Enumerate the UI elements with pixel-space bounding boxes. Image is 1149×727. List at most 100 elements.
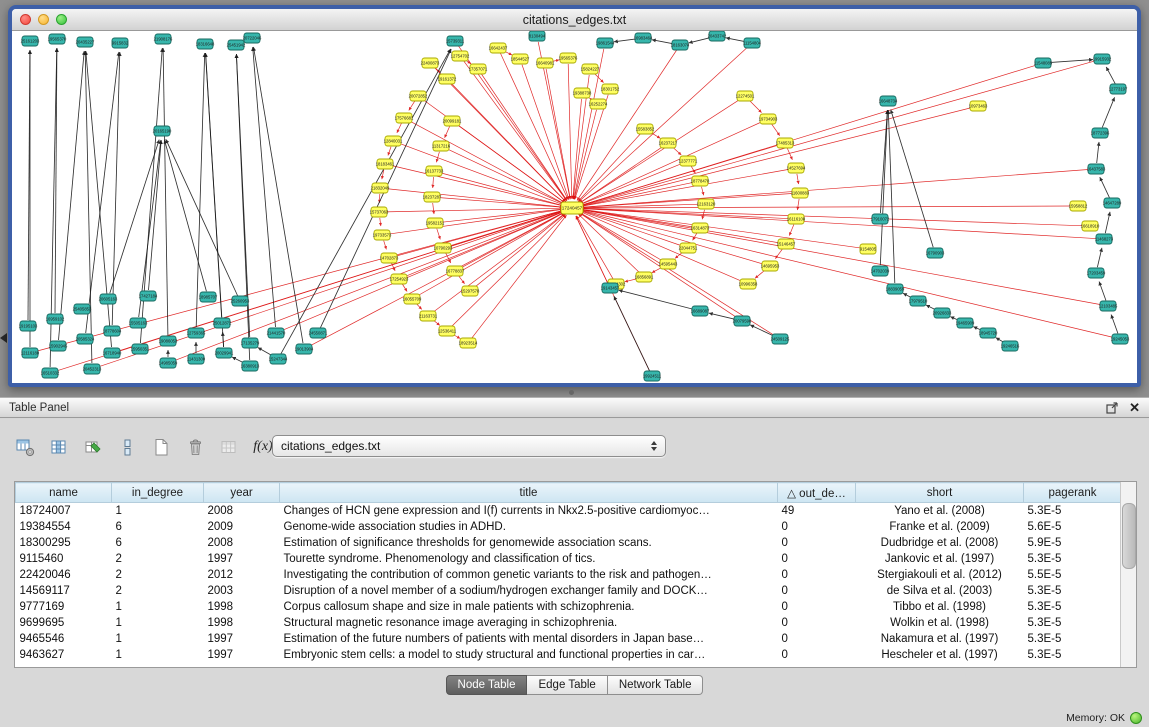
graph-node[interactable]: 19465909 <box>956 318 975 328</box>
table-row[interactable]: 1938455462009Genome-wide association stu… <box>16 519 1122 535</box>
graph-node[interactable]: 19565376 <box>559 53 578 63</box>
table-cell[interactable]: 0 <box>778 583 856 599</box>
graph-node[interactable]: 17910072 <box>871 214 890 224</box>
graph-node[interactable]: 18316648 <box>196 39 215 49</box>
graph-node[interactable]: 12116180 <box>21 348 40 358</box>
table-cell[interactable]: 2 <box>112 583 204 599</box>
table-row[interactable]: 2242004622012Investigating the contribut… <box>16 567 1122 583</box>
graph-node[interactable]: 18985707 <box>199 292 218 302</box>
table-cell[interactable]: 9115460 <box>16 551 112 567</box>
graph-node[interactable]: 15950351 <box>131 344 150 354</box>
table-cell[interactable]: Nakamura et al. (1997) <box>856 631 1024 647</box>
table-cell[interactable]: 1997 <box>204 631 280 647</box>
graph-node[interactable]: 17979510 <box>909 296 928 306</box>
table-cell[interactable]: 0 <box>778 615 856 631</box>
graph-node[interactable]: 20926833 <box>933 308 952 318</box>
table-cell[interactable]: 1997 <box>204 647 280 663</box>
close-window-button[interactable] <box>20 14 31 25</box>
graph-node[interactable]: 18923514 <box>459 338 478 348</box>
table-cell[interactable]: 2 <box>112 551 204 567</box>
table-cell[interactable]: 19384554 <box>16 519 112 535</box>
table-row[interactable]: 977716911998Corpus callosum shape and si… <box>16 599 1122 615</box>
table-cell[interactable]: 0 <box>778 519 856 535</box>
table-cell[interactable]: 2008 <box>204 535 280 551</box>
graph-node[interactable]: 12840031 <box>384 136 403 146</box>
graph-node[interactable]: 17203459 <box>1087 268 1106 278</box>
graph-node[interactable]: 11317216 <box>432 141 451 151</box>
graph-node[interactable]: 11468273 <box>1095 234 1114 244</box>
graph-node[interactable]: 12754702 <box>451 51 470 61</box>
graph-node[interactable]: 20605163 <box>99 294 118 304</box>
graph-node[interactable]: 10996358 <box>739 279 758 289</box>
graph-node[interactable]: 14702039 <box>871 266 890 276</box>
table-cell[interactable]: 5.3E-5 <box>1024 503 1122 520</box>
graph-node[interactable]: 16689087 <box>691 306 710 316</box>
graph-node[interactable]: 16640981 <box>536 58 555 68</box>
graph-node[interactable]: 17254923 <box>390 274 409 284</box>
float-panel-icon[interactable] <box>1106 402 1119 414</box>
graph-node[interactable]: 15583852 <box>636 124 655 134</box>
row-tools-button[interactable] <box>114 434 140 460</box>
graph-node[interactable]: 17240457 <box>561 202 583 214</box>
graph-node[interactable]: 19565370 <box>48 34 67 44</box>
table-cell[interactable]: Changes of HCN gene expression and I(f) … <box>280 503 778 520</box>
graph-node[interactable]: 10790293 <box>434 243 453 253</box>
graph-node[interactable]: 20029941 <box>215 348 234 358</box>
table-cell[interactable]: Yano et al. (2008) <box>856 503 1024 520</box>
graph-node[interactable]: 20435227 <box>76 37 95 47</box>
graph-node[interactable]: 16116108 <box>787 214 806 224</box>
table-cell[interactable]: Dudbridge et al. (2008) <box>856 535 1024 551</box>
graph-node[interactable]: 15297578 <box>461 286 480 296</box>
table-cell[interactable]: 0 <box>778 599 856 615</box>
graph-node[interactable]: 25012872 <box>213 318 232 328</box>
table-row[interactable]: 911546021997Tourette syndrome. Phenomeno… <box>16 551 1122 567</box>
graph-node[interactable]: 17427184 <box>139 291 158 301</box>
table-cell[interactable]: 5.3E-5 <box>1024 647 1122 663</box>
graph-node[interactable]: 14595443 <box>659 259 678 269</box>
graph-node[interactable]: 16380913 <box>241 361 260 371</box>
graph-node[interactable]: 16790903 <box>926 248 945 258</box>
table-cell[interactable]: 1997 <box>204 551 280 567</box>
graph-node[interactable]: 14702873 <box>380 253 399 263</box>
graph-node[interactable]: 20452313 <box>83 364 102 374</box>
graph-node[interactable]: 9154805 <box>860 244 877 254</box>
graph-node[interactable]: 15958812 <box>1069 201 1088 211</box>
graph-node[interactable]: 20585324 <box>76 334 95 344</box>
graph-node[interactable]: 19013904 <box>295 344 314 354</box>
graph-node[interactable]: 20079596 <box>733 316 752 326</box>
table-row[interactable]: 1872400712008Changes of HCN gene express… <box>16 503 1122 520</box>
table-mode-button[interactable] <box>12 434 38 460</box>
graph-node[interactable]: 12103485 <box>1099 301 1118 311</box>
graph-node[interactable]: 19246516 <box>1001 341 1020 351</box>
table-source-dropdown[interactable]: citations_edges.txt <box>272 435 666 457</box>
table-disabled-button[interactable] <box>216 434 242 460</box>
graph-node[interactable]: 25405853 <box>73 304 92 314</box>
table-cell[interactable]: Stergiakouli et al. (2012) <box>856 567 1024 583</box>
graph-node[interactable]: 19143457 <box>601 283 620 293</box>
graph-node[interactable]: 19161372 <box>438 74 457 84</box>
table-cell[interactable]: Wolkin et al. (1998) <box>856 615 1024 631</box>
graph-node[interactable]: 16718940 <box>103 348 122 358</box>
graph-node[interactable]: 9915832 <box>112 38 129 48</box>
graph-node[interactable]: 16252274 <box>589 99 608 109</box>
graph-node[interactable]: 16137733 <box>425 166 444 176</box>
graph-node[interactable]: 16983464 <box>634 33 653 43</box>
graph-node[interactable]: 20072852 <box>409 91 428 101</box>
graph-node[interactable]: 16642437 <box>489 43 508 53</box>
table-cell[interactable]: 2009 <box>204 519 280 535</box>
zoom-window-button[interactable] <box>56 14 67 25</box>
graph-node[interactable]: 25260953 <box>231 296 250 306</box>
graph-node[interactable]: 8130494 <box>529 31 546 41</box>
graph-node[interactable]: 22044751 <box>679 243 698 253</box>
graph-node[interactable]: 18945720 <box>979 328 998 338</box>
table-row[interactable]: 946362711997Embryonic stem cells: a mode… <box>16 647 1122 663</box>
graph-node[interactable]: 12536411 <box>438 326 457 336</box>
table-cell[interactable]: 18300295 <box>16 535 112 551</box>
graph-node[interactable]: 17576681 <box>395 113 414 123</box>
table-cell[interactable]: Hescheler et al. (1997) <box>856 647 1024 663</box>
minimize-window-button[interactable] <box>38 14 49 25</box>
graph-node[interactable]: 24550871 <box>309 328 328 338</box>
graph-node[interactable]: 16510332 <box>41 368 60 378</box>
table-cell[interactable]: 0 <box>778 535 856 551</box>
import-table-button[interactable] <box>80 434 106 460</box>
